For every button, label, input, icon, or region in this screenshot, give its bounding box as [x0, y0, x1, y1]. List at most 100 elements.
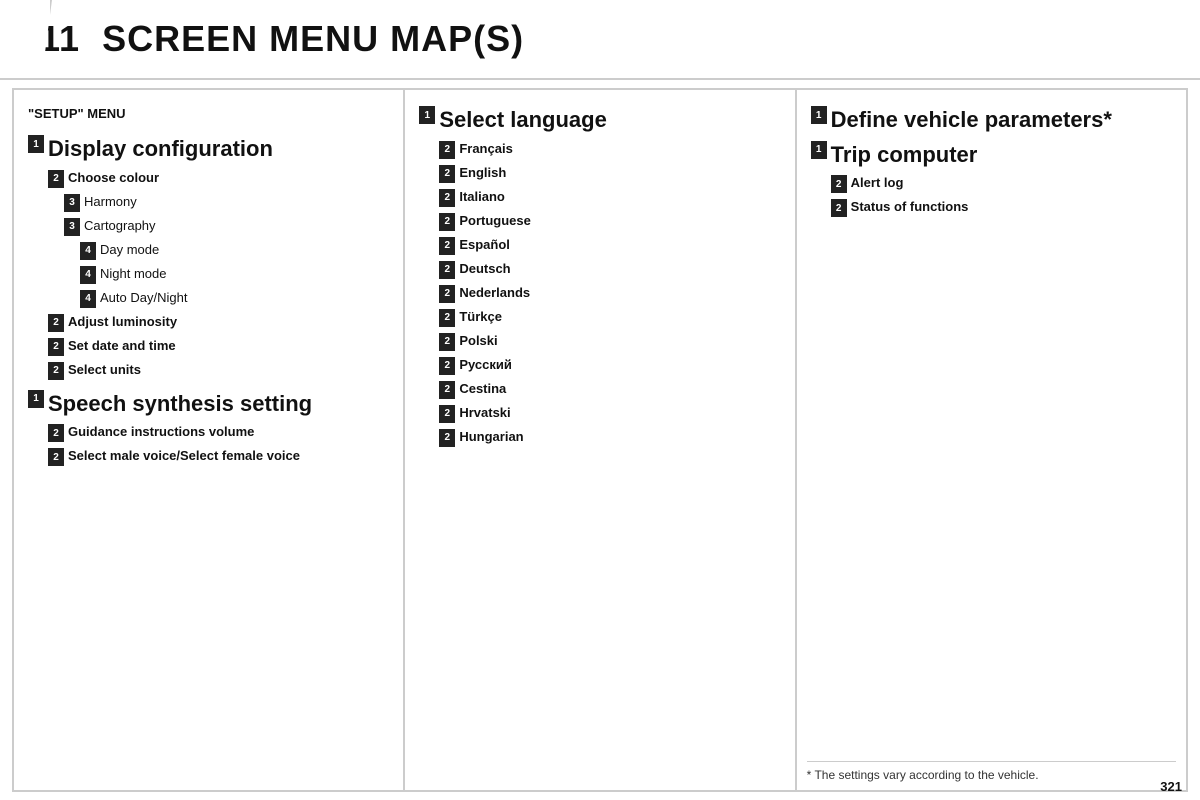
badge-level4: 4	[80, 290, 96, 308]
badge-level1: 1	[811, 141, 827, 159]
language-label: Nederlands	[459, 285, 530, 302]
menu-item: 3 Harmony	[64, 194, 389, 212]
menu-item: 2 Select units	[48, 362, 389, 380]
badge-level2: 2	[48, 338, 64, 356]
col-setup: "SETUP" MENU 1 Display configuration 2 C…	[14, 90, 405, 790]
badge-level1: 1	[28, 135, 44, 153]
trip-computer-label: Trip computer	[831, 141, 978, 170]
badge-level4: 4	[80, 242, 96, 260]
menu-item: 4 Auto Day/Night	[80, 290, 389, 308]
cartography-label: Cartography	[84, 218, 156, 235]
menu-item: 2 Select male voice/Select female voice	[48, 448, 389, 466]
menu-item: 3 Cartography	[64, 218, 389, 236]
language-item: 2Hungarian	[439, 429, 780, 447]
menu-item: 2 Set date and time	[48, 338, 389, 356]
col-vehicle: 1 Define vehicle parameters* 1 Trip comp…	[797, 90, 1186, 790]
badge-level2: 2	[439, 189, 455, 207]
menu-item: 2 Alert log	[831, 175, 1172, 193]
menu-item: 1 Display configuration	[28, 135, 389, 164]
badge-level2: 2	[439, 213, 455, 231]
guidance-volume-label: Guidance instructions volume	[68, 424, 254, 441]
menu-item: 2 Choose colour	[48, 170, 389, 188]
badge-level2: 2	[439, 141, 455, 159]
language-label: Hungarian	[459, 429, 523, 446]
menu-item: 2 Adjust luminosity	[48, 314, 389, 332]
badge-level2: 2	[439, 429, 455, 447]
adjust-luminosity-label: Adjust luminosity	[68, 314, 177, 331]
menu-item: 1 Trip computer	[811, 141, 1172, 170]
badge-level2: 2	[831, 175, 847, 193]
alert-log-label: Alert log	[851, 175, 904, 192]
define-vehicle-label: Define vehicle parameters*	[831, 106, 1112, 135]
menu-item: 1 Define vehicle parameters*	[811, 106, 1172, 135]
language-item: 2Cestina	[439, 381, 780, 399]
language-item: 2Español	[439, 237, 780, 255]
col-language: 1 Select language 2Français2English2Ital…	[405, 90, 796, 790]
language-item: 2Deutsch	[439, 261, 780, 279]
menu-item: 1 Speech synthesis setting	[28, 390, 389, 419]
night-mode-label: Night mode	[100, 266, 166, 283]
menu-item: 2 Guidance instructions volume	[48, 424, 389, 442]
status-functions-label: Status of functions	[851, 199, 969, 216]
language-item: 2Nederlands	[439, 285, 780, 303]
language-item: 2English	[439, 165, 780, 183]
badge-level2: 2	[439, 237, 455, 255]
badge-level2: 2	[439, 333, 455, 351]
language-label: Español	[459, 237, 510, 254]
badge-level2: 2	[48, 170, 64, 188]
language-label: Русский	[459, 357, 512, 374]
page-header: 11 SCREEN MENU MAP(S)	[0, 0, 1200, 80]
language-label: English	[459, 165, 506, 182]
badge-level1: 1	[419, 106, 435, 124]
language-label: Portuguese	[459, 213, 531, 230]
language-item: 2Polski	[439, 333, 780, 351]
language-label: Hrvatski	[459, 405, 510, 422]
badge-level2: 2	[48, 424, 64, 442]
menu-item: 4 Day mode	[80, 242, 389, 260]
languages-list: 2Français2English2Italiano2Portuguese2Es…	[419, 141, 780, 447]
language-label: Deutsch	[459, 261, 510, 278]
badge-level1: 1	[811, 106, 827, 124]
language-item: 2Français	[439, 141, 780, 159]
auto-day-night-label: Auto Day/Night	[100, 290, 187, 307]
language-label: Cestina	[459, 381, 506, 398]
language-label: Türkçe	[459, 309, 502, 326]
day-mode-label: Day mode	[100, 242, 159, 259]
select-units-label: Select units	[68, 362, 141, 379]
footer-note: * The settings vary according to the veh…	[807, 761, 1176, 782]
language-label: Italiano	[459, 189, 505, 206]
menu-item: 2 Status of functions	[831, 199, 1172, 217]
choose-colour-label: Choose colour	[68, 170, 159, 187]
badge-level2: 2	[439, 165, 455, 183]
language-item: 2Русский	[439, 357, 780, 375]
badge-level1: 1	[28, 390, 44, 408]
page-number: 321	[1160, 779, 1182, 794]
badge-level2: 2	[48, 448, 64, 466]
harmony-label: Harmony	[84, 194, 137, 211]
language-label: Français	[459, 141, 512, 158]
badge-level2: 2	[439, 405, 455, 423]
display-config-label: Display configuration	[48, 135, 273, 164]
language-item: 2Portuguese	[439, 213, 780, 231]
badge-level2: 2	[439, 261, 455, 279]
badge-level2: 2	[48, 314, 64, 332]
set-date-time-label: Set date and time	[68, 338, 176, 355]
select-language-title: Select language	[439, 106, 607, 135]
language-item: 2Türkçe	[439, 309, 780, 327]
badge-level2: 2	[439, 285, 455, 303]
badge-level3: 3	[64, 194, 80, 212]
badge-level4: 4	[80, 266, 96, 284]
badge-level2: 2	[439, 381, 455, 399]
menu-item: 4 Night mode	[80, 266, 389, 284]
badge-level2: 2	[439, 357, 455, 375]
speech-synthesis-label: Speech synthesis setting	[48, 390, 312, 419]
page-wrapper: 11 SCREEN MENU MAP(S) "SETUP" MENU 1 Dis…	[0, 0, 1200, 800]
badge-level2: 2	[48, 362, 64, 380]
page-title: 11 SCREEN MENU MAP(S)	[40, 18, 524, 60]
badge-level3: 3	[64, 218, 80, 236]
setup-label: "SETUP" MENU	[28, 106, 389, 121]
badge-level2: 2	[439, 309, 455, 327]
main-content: "SETUP" MENU 1 Display configuration 2 C…	[12, 88, 1188, 792]
select-voice-label: Select male voice/Select female voice	[68, 448, 300, 465]
language-label: Polski	[459, 333, 497, 350]
